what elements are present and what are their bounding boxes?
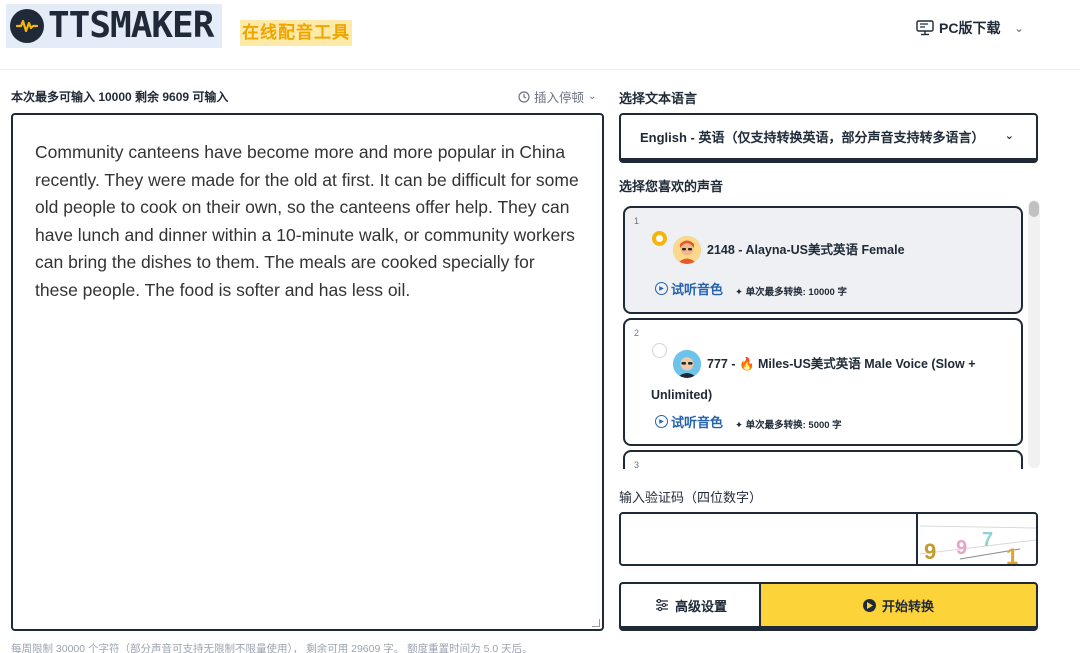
play-icon: ▶ xyxy=(655,282,668,295)
clock-icon xyxy=(518,90,530,103)
voice-limit-text: 单次最多转换: 5000 字 xyxy=(745,420,842,431)
insert-pause-label: 插入停顿 xyxy=(534,91,585,105)
sparkle-icon: ✦ xyxy=(735,287,743,298)
text-content: Community canteens have become more and … xyxy=(35,142,579,300)
captcha-digit: 1 xyxy=(1006,544,1018,564)
voice-limit: ✦ 单次最多转换: 5000 字 xyxy=(735,417,842,431)
listen-label: 试听音色 xyxy=(671,415,724,430)
voice-index: 2 xyxy=(634,328,640,338)
pc-download-menu[interactable]: PC版下载 ⌄ xyxy=(916,16,1024,40)
voice-label: 选择您喜欢的声音 xyxy=(619,179,724,194)
play-icon xyxy=(862,598,876,612)
desktop-icon xyxy=(916,20,934,36)
listen-voice-button[interactable]: ▶ 试听音色 xyxy=(655,412,723,431)
slogan: 在线配音工具 xyxy=(240,20,352,46)
voice-limit-text: 单次最多转换: 10000 字 xyxy=(745,287,847,298)
start-convert-button[interactable]: 开始转换 xyxy=(759,582,1038,631)
resize-handle[interactable] xyxy=(592,619,600,627)
captcha-box: 9 9 7 1 xyxy=(619,512,1038,566)
sparkle-icon: ✦ xyxy=(735,420,743,431)
captcha-digit: 9 xyxy=(956,537,967,559)
female-avatar-icon xyxy=(673,236,701,264)
start-convert-label: 开始转换 xyxy=(881,598,934,614)
listen-voice-button[interactable]: ▶ 试听音色 xyxy=(655,279,723,298)
voice-list-scrollbar[interactable] xyxy=(1028,200,1040,468)
voice-card[interactable]: 3 xyxy=(623,450,1023,469)
chevron-down-icon: ⌄ xyxy=(588,91,597,102)
captcha-image[interactable]: 9 9 7 1 xyxy=(919,514,1036,564)
advanced-settings-button[interactable]: 高级设置 xyxy=(619,582,761,631)
voice-limit: ✦ 单次最多转换: 10000 字 xyxy=(735,284,847,298)
voice-index: 1 xyxy=(634,216,640,226)
captcha-digit: 7 xyxy=(982,529,993,551)
advanced-settings-label: 高级设置 xyxy=(674,598,727,614)
voice-radio[interactable] xyxy=(652,231,667,246)
captcha-digits: 9 9 7 1 xyxy=(919,525,1036,564)
voice-index: 3 xyxy=(634,460,640,469)
voice-name: 777 - 🔥 Miles-US美式英语 Male Voice (Slow + … xyxy=(651,357,976,402)
captcha-input[interactable] xyxy=(621,514,918,564)
header: TTSMAKER 在线配音工具 PC版下载 ⌄ xyxy=(0,0,1080,70)
voice-card[interactable]: 1 2148 - Alayna-US美式英语 Female ▶ 试听音色 ✦ 单… xyxy=(623,206,1023,314)
text-input[interactable]: Community canteens have become more and … xyxy=(11,113,604,631)
voice-list[interactable]: 1 2148 - Alayna-US美式英语 Female ▶ 试听音色 ✦ 单… xyxy=(619,197,1040,469)
input-limit-info: 本次最多可输入 10000 剩余 9609 可输入 xyxy=(11,90,229,104)
chevron-down-icon: ⌄ xyxy=(1014,22,1024,35)
scrollbar-thumb[interactable] xyxy=(1029,201,1039,217)
language-label: 选择文本语言 xyxy=(619,91,698,106)
logo[interactable]: TTSMAKER xyxy=(6,4,222,48)
voice-name: 2148 - Alayna-US美式英语 Female xyxy=(707,243,905,257)
logo-text: TTSMAKER xyxy=(48,5,214,46)
voice-card[interactable]: 2 777 - 🔥 Miles-US美式英语 Male Voice (Slow … xyxy=(623,318,1023,446)
captcha-label: 输入验证码（四位数字） xyxy=(619,490,763,505)
listen-label: 试听音色 xyxy=(671,282,724,297)
pc-download-label: PC版下载 xyxy=(939,20,1001,36)
captcha-digit: 9 xyxy=(924,539,936,564)
play-icon: ▶ xyxy=(655,415,668,428)
quota-footnote: 每周限制 30000 个字符（部分声音可支持无限制不限量使用）， 剩余可用 29… xyxy=(11,643,533,653)
waveform-logo-icon xyxy=(10,9,44,43)
language-selected-value: English - 英语（仅支持转换英语，部分声音支持转多语言） xyxy=(640,130,985,145)
sliders-icon xyxy=(655,599,668,611)
language-select[interactable]: English - 英语（仅支持转换英语，部分声音支持转多语言） ⌄ xyxy=(619,113,1038,163)
chevron-down-icon: ⌄ xyxy=(1004,130,1014,142)
insert-pause-button[interactable]: 插入停顿 ⌄ xyxy=(518,87,596,106)
